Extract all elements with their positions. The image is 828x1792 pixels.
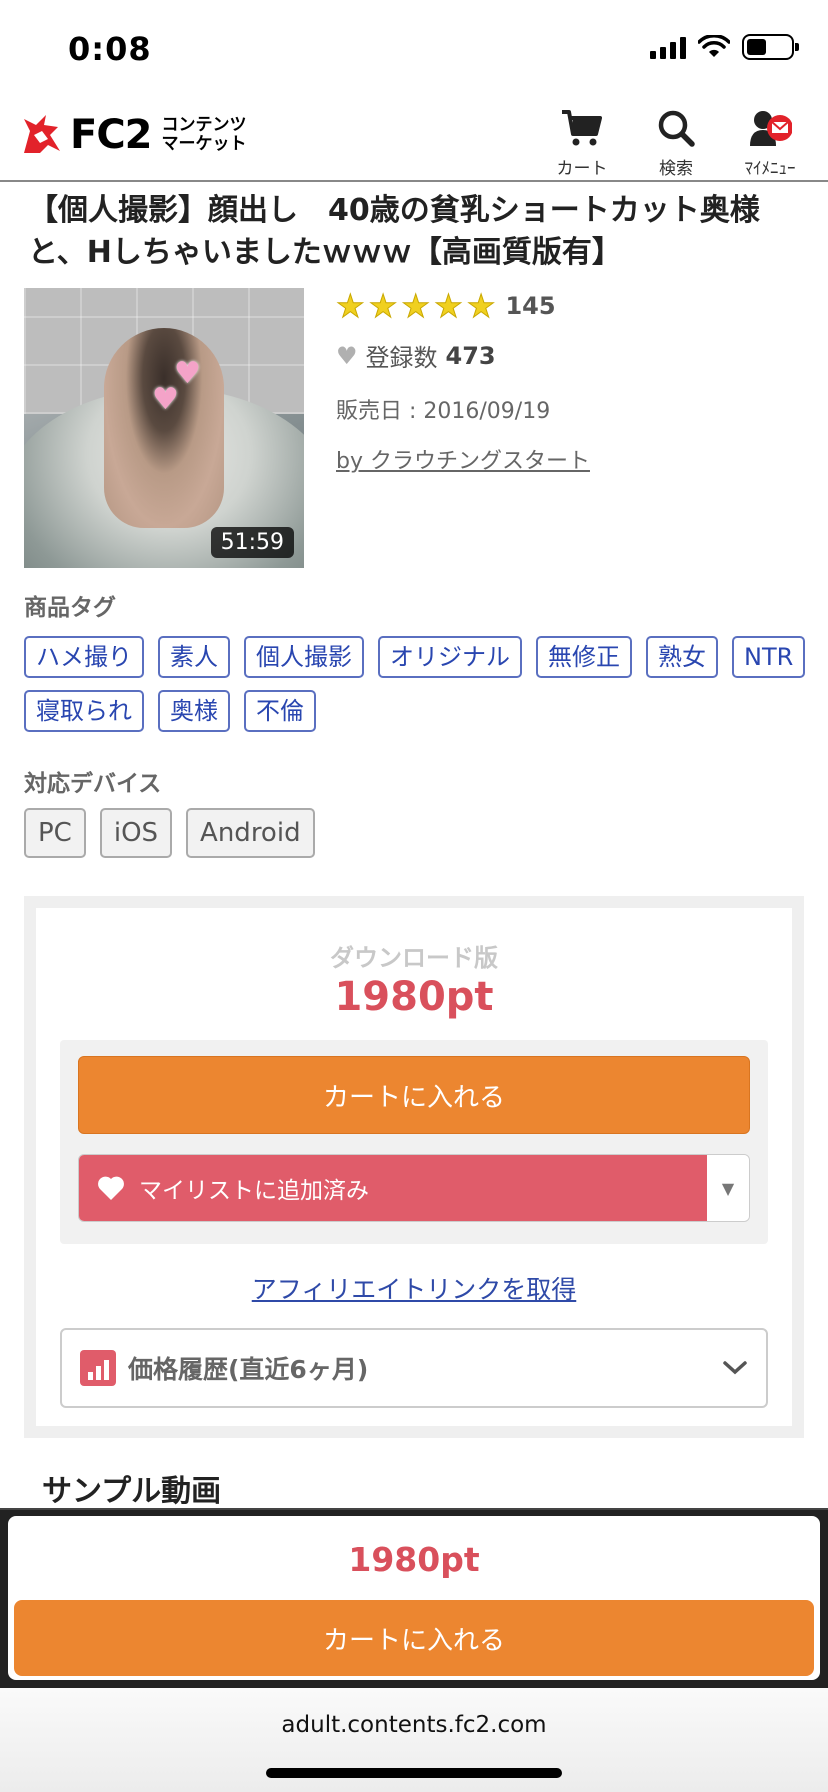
product-thumbnail[interactable]: ♥ ♥ 51:59	[24, 288, 304, 568]
tag[interactable]: 個人撮影	[244, 636, 364, 678]
tag-list: ハメ撮り 素人 個人撮影 オリジナル 無修正 熟女 NTR 寝取られ 奥様 不倫	[24, 636, 814, 732]
home-indicator	[266, 1768, 562, 1778]
mylist-main[interactable]: マイリストに追加済み	[79, 1155, 707, 1221]
chart-icon	[80, 1350, 116, 1386]
favorites-row: ♥ 登録数 473	[336, 338, 806, 373]
device-list: PC iOS Android	[24, 808, 814, 858]
battery-icon	[742, 34, 799, 60]
caret-down-icon: ▼	[721, 1178, 735, 1198]
device-badge: PC	[24, 808, 86, 858]
version-label: ダウンロード版	[330, 944, 498, 972]
product-title: 【個人撮影】顔出し 40歳の貧乳ショートカット奥様と、Hしちゃいましたｗｗｗ【高…	[28, 193, 760, 270]
device-badge: Android	[186, 808, 315, 858]
mylist-button[interactable]: マイリストに追加済み ▼	[78, 1154, 750, 1222]
purchase-panel: ダウンロード版 1980pt カートに入れる マイリストに追加済み ▼ アフィリ…	[24, 896, 804, 1438]
tag[interactable]: 不倫	[244, 690, 316, 732]
favorites-label: 登録数	[365, 344, 438, 372]
star-icon: ★	[368, 287, 398, 325]
status-icons	[650, 34, 799, 60]
sticky-purchase-bar: 1980pt カートに入れる	[0, 1508, 828, 1688]
sticky-purchase-card: 1980pt カートに入れる	[8, 1516, 820, 1680]
tag[interactable]: 奥様	[158, 690, 230, 732]
unicorn-logo-icon	[24, 115, 60, 153]
price-history-label: 価格履歴(直近6ヶ月)	[128, 1355, 369, 1384]
status-time: 0:08	[68, 30, 152, 68]
nav-search-label: 検索	[659, 159, 693, 179]
header-nav: カート 検索 ﾏｲﾒﾆｭｰ	[550, 108, 802, 179]
sample-video-heading: サンプル動画	[42, 1474, 222, 1509]
price-history-toggle[interactable]: 価格履歴(直近6ヶ月)	[60, 1328, 768, 1408]
cart-icon	[562, 110, 602, 146]
url-text[interactable]: adult.contents.fc2.com	[0, 1712, 828, 1738]
nav-cart-label: カート	[556, 159, 608, 179]
signal-icon	[650, 35, 686, 59]
purchase-buttons: カートに入れる マイリストに追加済み ▼	[60, 1040, 768, 1244]
affiliate-link[interactable]: アフィリエイトリンクを取得	[36, 1270, 792, 1306]
star-icon: ★	[401, 287, 431, 325]
chevron-down-icon	[723, 1361, 747, 1375]
heart-icon	[98, 1176, 124, 1200]
browser-url-bar: adult.contents.fc2.com	[0, 1688, 828, 1792]
devices-heading: 対応デバイス	[24, 771, 162, 797]
rating: ★ ★ ★ ★ ★ 145	[336, 288, 806, 324]
video-duration: 51:59	[210, 527, 294, 558]
price: 1980pt	[334, 974, 494, 1020]
star-icon: ★	[336, 287, 366, 325]
site-logo[interactable]: FC2 コンテンツ マーケット	[20, 112, 247, 158]
mylist-label: マイリストに追加済み	[139, 1178, 369, 1204]
logo-text: FC2	[70, 112, 153, 158]
nav-mymenu-label: ﾏｲﾒﾆｭｰ	[744, 159, 796, 179]
wifi-icon	[698, 35, 730, 57]
tag[interactable]: ハメ撮り	[24, 636, 144, 678]
site-header: FC2 コンテンツ マーケット カート 検索 ﾏｲﾒﾆｭｰ	[0, 98, 828, 182]
purchase-card: ダウンロード版 1980pt カートに入れる マイリストに追加済み ▼ アフィリ…	[36, 908, 792, 1426]
logo-subtitle: コンテンツ マーケット	[161, 115, 247, 154]
user-mail-icon	[750, 111, 792, 146]
sticky-price: 1980pt	[348, 1540, 480, 1579]
seller-link[interactable]: by クラウチングスタート	[336, 443, 806, 475]
thumbnail-person	[104, 328, 224, 528]
nav-mymenu[interactable]: ﾏｲﾒﾆｭｰ	[738, 108, 802, 179]
device-badge: iOS	[99, 808, 173, 858]
mylist-dropdown[interactable]: ▼	[707, 1155, 749, 1221]
heart-sticker-icon: ♥	[152, 382, 179, 417]
nav-search[interactable]: 検索	[644, 108, 708, 179]
tag[interactable]: 熟女	[646, 636, 718, 678]
tag[interactable]: 無修正	[536, 636, 632, 678]
heart-icon: ♥	[336, 341, 358, 370]
tag[interactable]: 素人	[158, 636, 230, 678]
star-icon: ★	[466, 287, 496, 325]
tags-heading: 商品タグ	[24, 595, 116, 621]
release-date: 販売日 : 2016/09/19	[336, 399, 551, 424]
nav-cart[interactable]: カート	[550, 108, 614, 179]
tag[interactable]: オリジナル	[378, 636, 522, 678]
rating-count: 145	[505, 292, 556, 320]
star-icon: ★	[434, 287, 464, 325]
tag[interactable]: NTR	[732, 636, 806, 678]
status-bar: 0:08	[0, 0, 828, 98]
product-meta: ★ ★ ★ ★ ★ 145 ♥ 登録数 473 販売日 : 2016/09/19…	[336, 288, 806, 475]
add-to-cart-button[interactable]: カートに入れる	[78, 1056, 750, 1134]
favorites-count: 473	[445, 341, 496, 370]
tag[interactable]: 寝取られ	[24, 690, 144, 732]
search-icon	[658, 110, 695, 147]
sticky-add-to-cart-button[interactable]: カートに入れる	[14, 1600, 814, 1676]
